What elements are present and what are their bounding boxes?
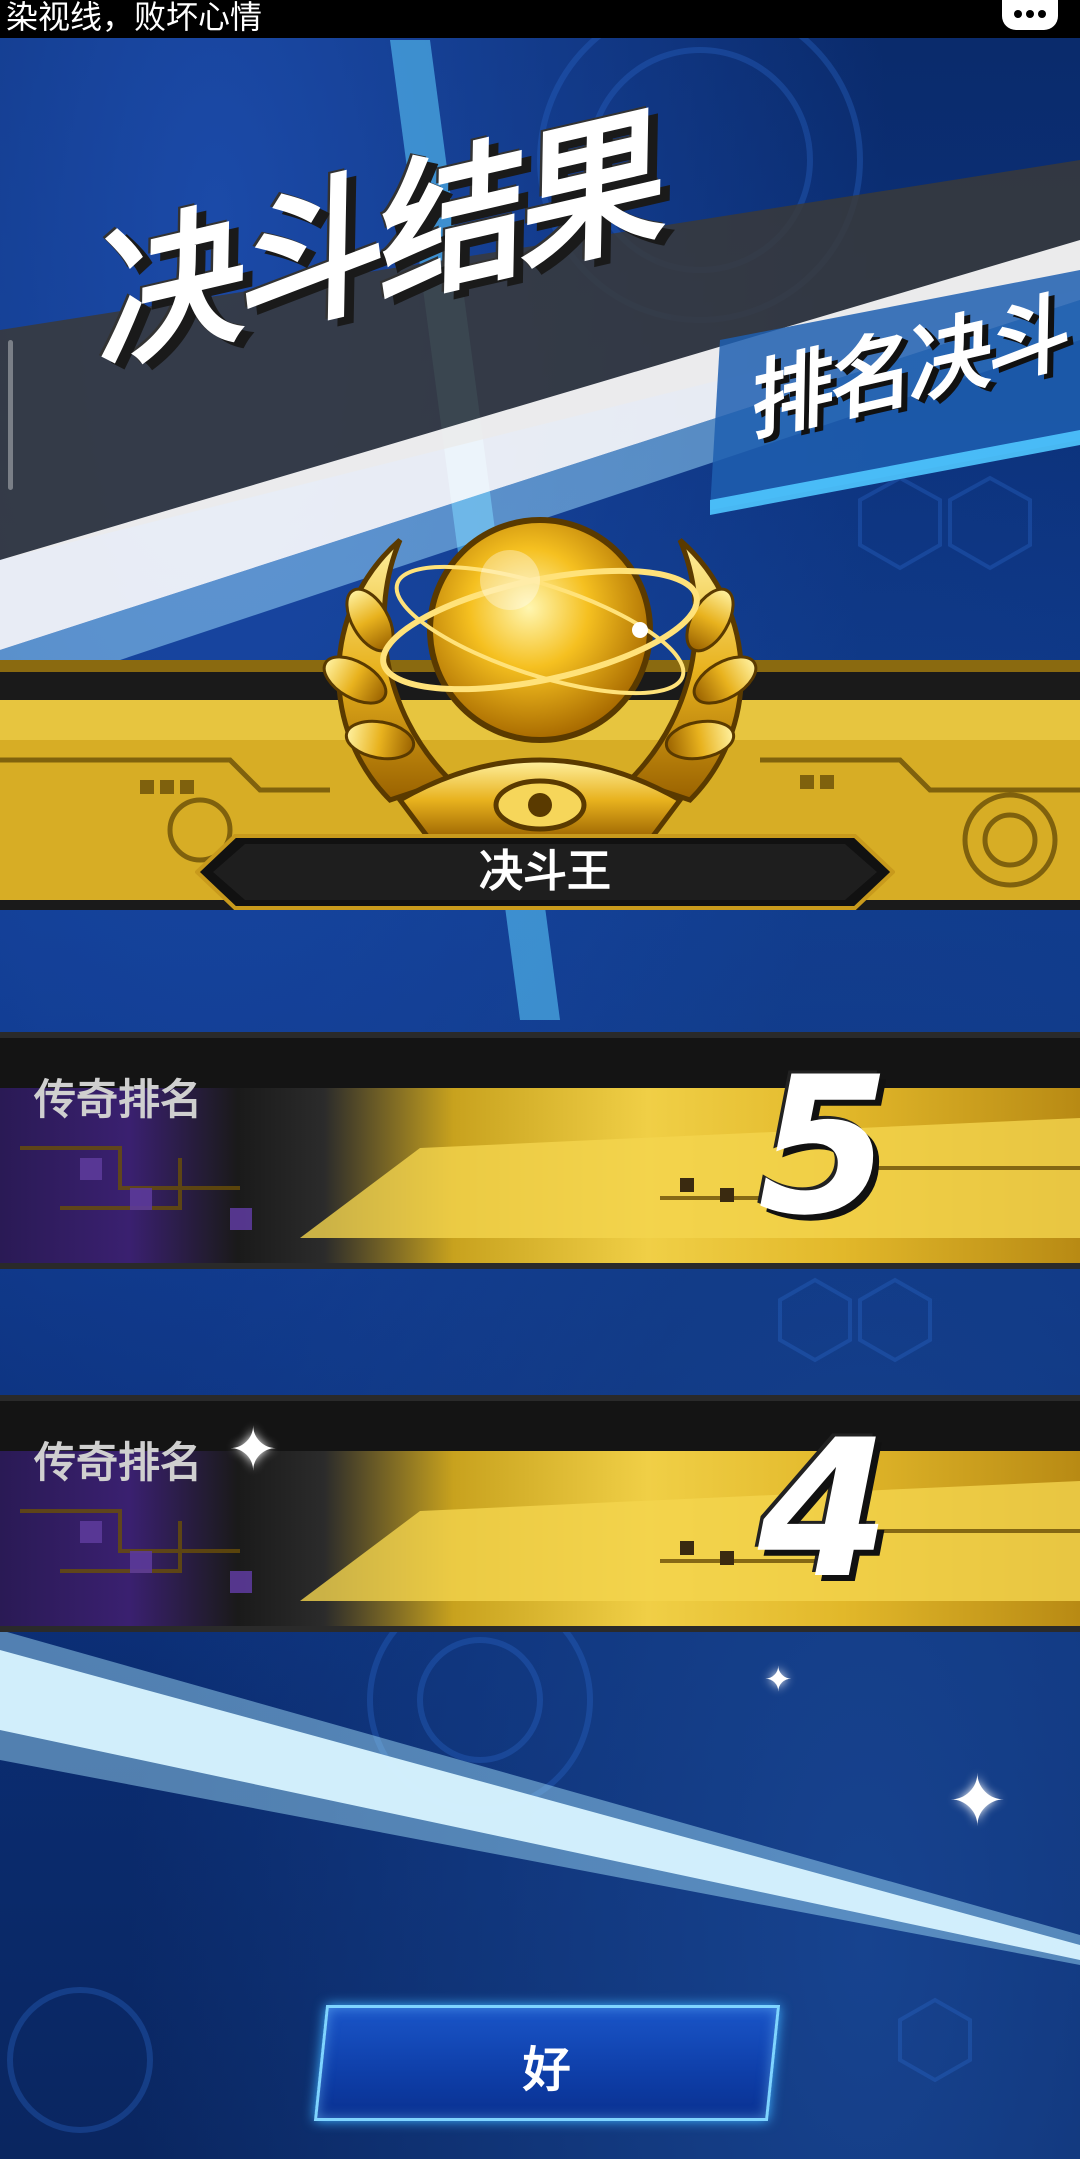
new-rank-banner: 传奇排名 4: [0, 1395, 1080, 1632]
sparkle-icon: ✦: [764, 1660, 793, 1700]
ok-button-label: 好: [522, 2042, 571, 2098]
notification-bar: 染视线，败坏心情: [0, 0, 1080, 38]
previous-rank-banner: 传奇排名 5: [0, 1032, 1080, 1269]
golden-orb-laurel-emblem: [322, 517, 758, 843]
legend-rank-label: 传奇排名: [34, 1075, 203, 1124]
ok-button[interactable]: 好: [313, 2005, 781, 2121]
rank-title: 决斗王: [479, 846, 611, 897]
sparkle-icon: ✦: [948, 1760, 1007, 1842]
previous-rank-number: 5: [757, 1036, 890, 1257]
side-drag-handle[interactable]: [8, 340, 13, 490]
rank-title-plate: 决斗王: [195, 834, 895, 910]
legend-rank-label: 传奇排名: [34, 1438, 203, 1487]
chat-bubble-icon[interactable]: [1002, 0, 1058, 30]
new-rank-number: 4: [757, 1399, 890, 1620]
notification-text: 染视线，败坏心情: [6, 0, 263, 36]
sparkle-icon: ✦: [228, 1415, 279, 1485]
